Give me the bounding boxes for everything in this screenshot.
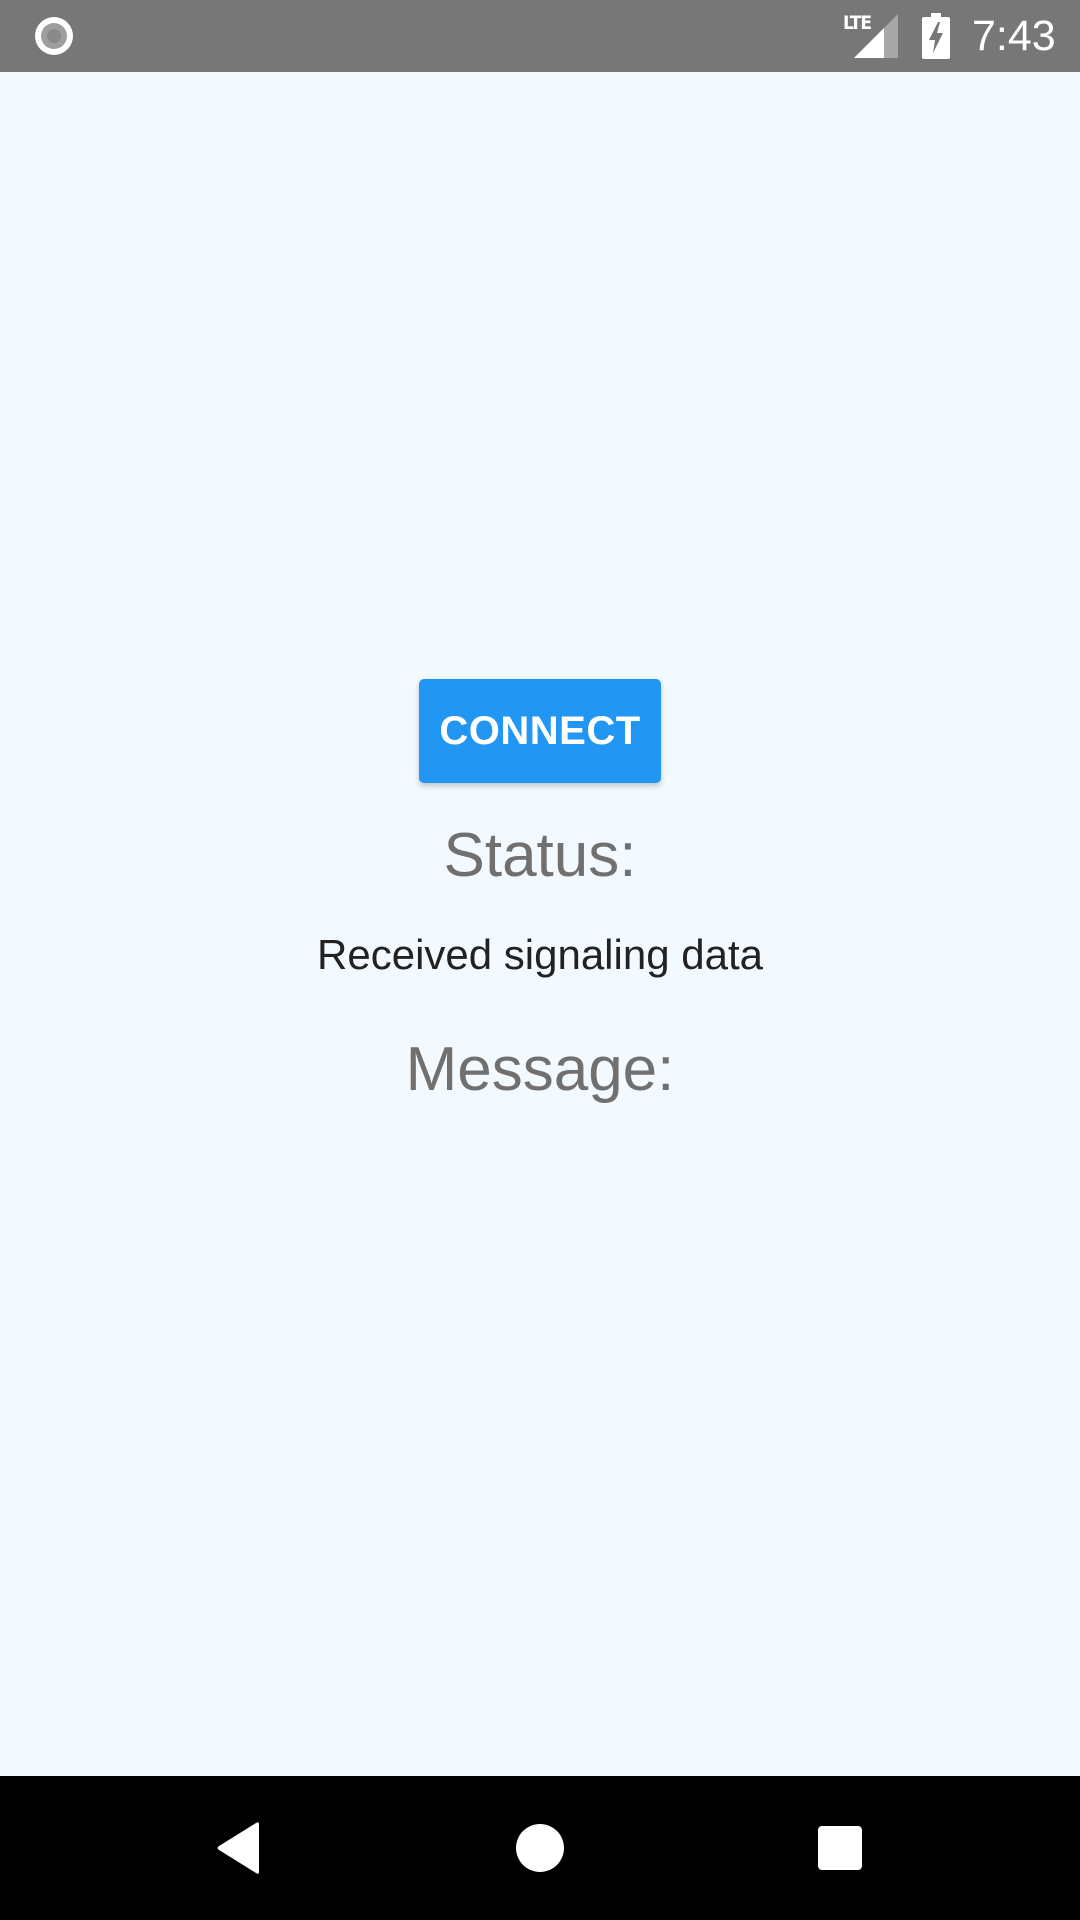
status-value: Received signaling data bbox=[317, 931, 763, 978]
back-icon bbox=[217, 1822, 259, 1874]
app-screen: LTE 7:43 CONNECT Status: Received signal… bbox=[0, 0, 1080, 1920]
navigation-bar bbox=[0, 1776, 1080, 1920]
notification-circle-icon bbox=[35, 17, 73, 55]
battery-charging-icon bbox=[922, 13, 950, 59]
home-button[interactable] bbox=[490, 1798, 590, 1898]
clock: 7:43 bbox=[972, 12, 1056, 60]
message-value bbox=[0, 1120, 1080, 1170]
message-label: Message: bbox=[405, 1035, 675, 1104]
signal-icon bbox=[854, 14, 898, 58]
connect-button[interactable]: CONNECT bbox=[419, 679, 661, 783]
recents-button[interactable] bbox=[790, 1798, 890, 1898]
recents-icon bbox=[818, 1826, 862, 1870]
back-button[interactable] bbox=[190, 1798, 290, 1898]
status-label: Status: bbox=[443, 821, 637, 890]
home-icon bbox=[516, 1824, 564, 1872]
status-bar: LTE 7:43 bbox=[0, 0, 1080, 72]
